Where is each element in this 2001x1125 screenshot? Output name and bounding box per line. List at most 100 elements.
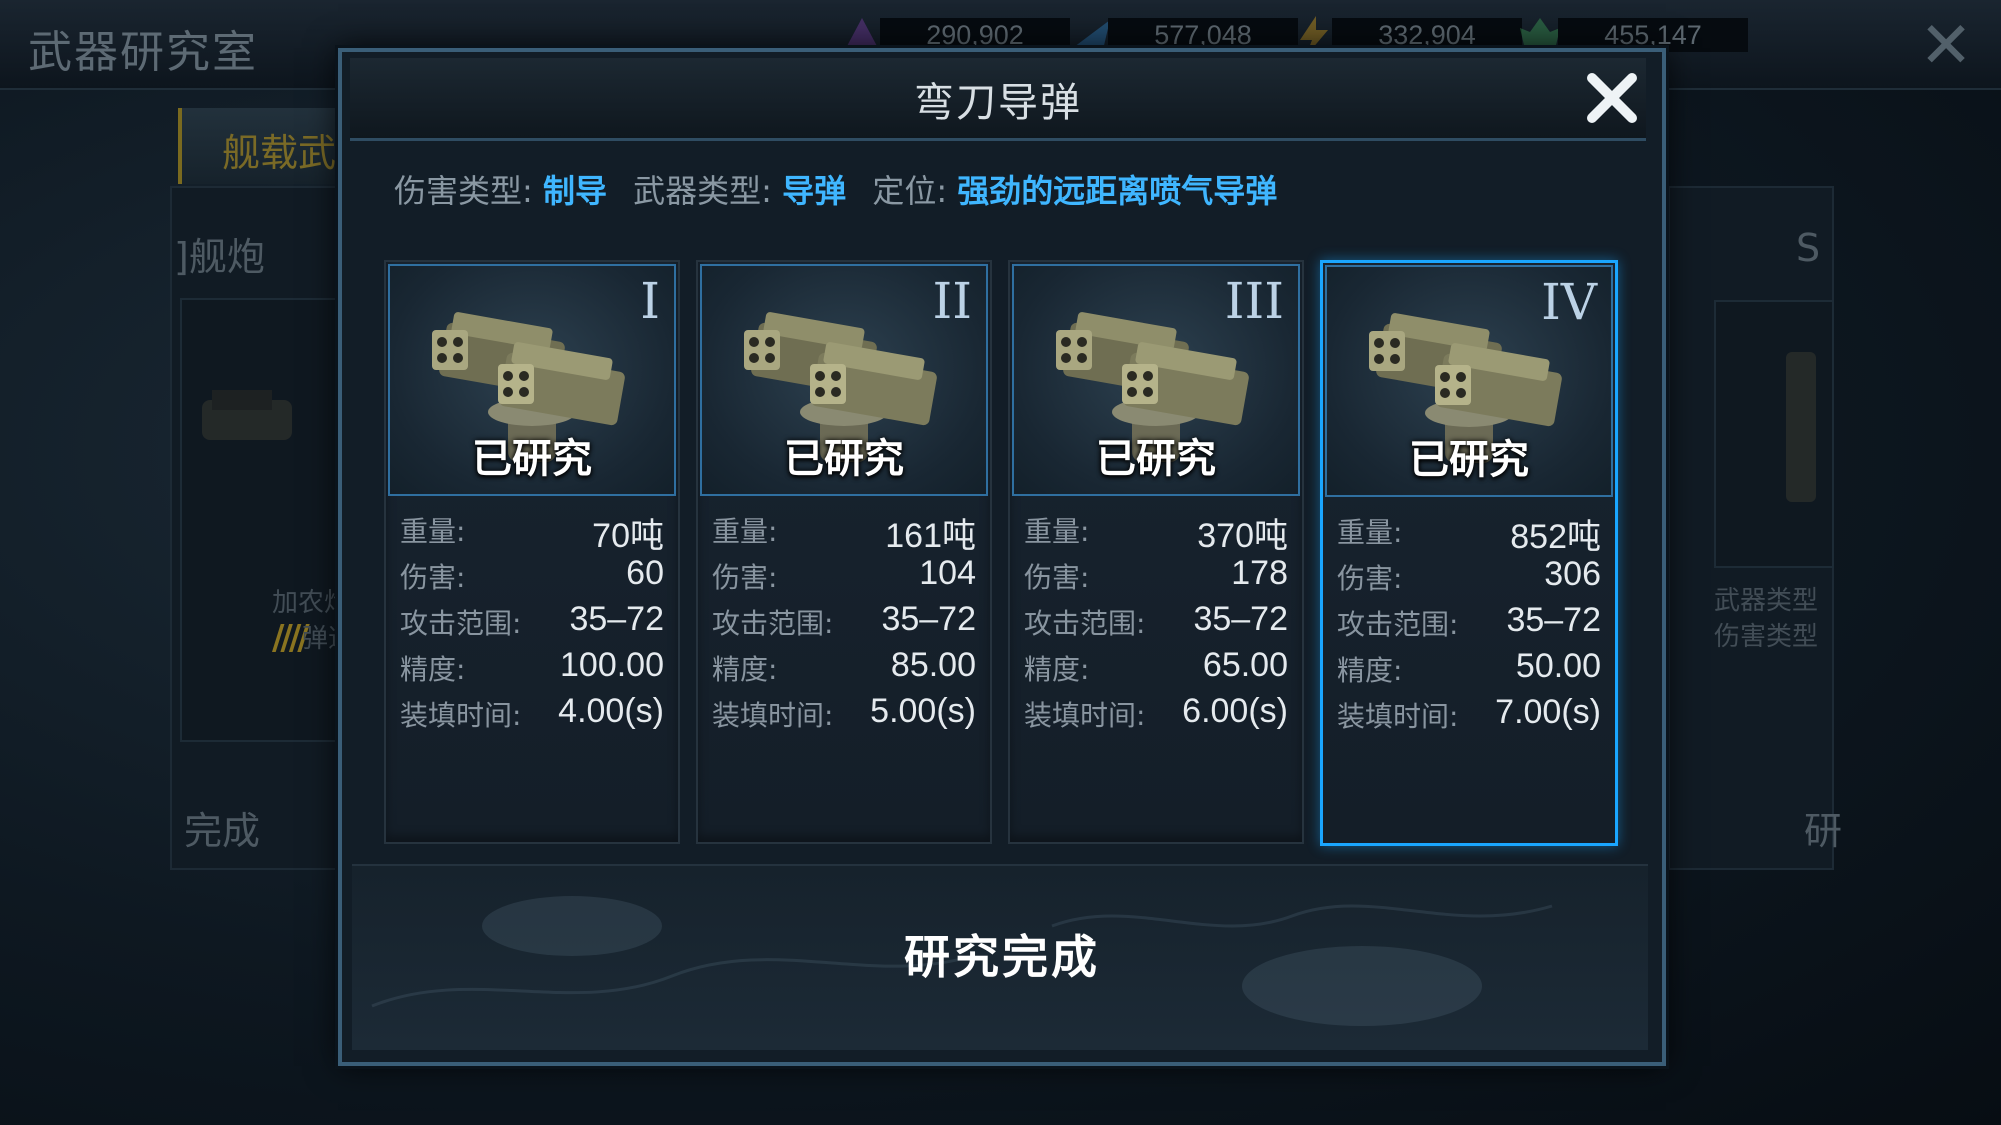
stat-row: 伤害: 306 (1337, 553, 1601, 599)
stat-row: 装填时间: 4.00(s) (400, 690, 664, 736)
stat-label: 精度: (1024, 653, 1090, 686)
stat-value: 104 (919, 554, 976, 592)
research-status: 已研究 (472, 436, 592, 482)
stat-value: 65.00 (1202, 646, 1288, 684)
resource-ore-value: 455,147 (1558, 18, 1748, 52)
weapon-type-value: 导弹 (782, 172, 847, 210)
stat-value: 70吨 (592, 517, 664, 555)
role-label: 定位: (872, 172, 948, 210)
stat-value: 35–72 (1506, 601, 1601, 639)
stat-label: 攻击范围: (1024, 607, 1146, 640)
tab-shipborne[interactable]: 舰载武 (178, 108, 352, 184)
stat-label: 伤害: (1024, 561, 1090, 594)
tier-card-4[interactable]: IV 已研究 重量: 852吨 伤害: 306 攻击范围: 35–72 精度: 50.00 装填… (1320, 260, 1618, 846)
stat-value: 6.00(s) (1182, 692, 1288, 730)
stat-label: 攻击范围: (400, 607, 522, 640)
bg-weapon-panel-left[interactable]: ]舰炮 //// 加农炮 弹道 完成 (170, 186, 364, 870)
research-status: 已研究 (1409, 437, 1529, 483)
stat-value: 100.00 (560, 646, 664, 684)
stat-row: 精度: 85.00 (712, 644, 976, 690)
bg-right-status: 研 (1804, 809, 1843, 853)
stat-row: 攻击范围: 35–72 (400, 598, 664, 644)
stat-label: 重量: (1337, 516, 1403, 549)
tier-card-2[interactable]: II 已研究 重量: 161吨 伤害: 104 攻击范围: 35–72 精度: 85.00 装填… (696, 260, 992, 844)
stat-row: 精度: 100.00 (400, 644, 664, 690)
stat-label: 伤害: (712, 561, 778, 594)
stat-row: 精度: 65.00 (1024, 644, 1288, 690)
stat-label: 装填时间: (400, 699, 522, 732)
bg-right-header: S (1796, 226, 1821, 270)
stat-label: 装填时间: (712, 699, 834, 732)
research-status: 已研究 (784, 436, 904, 482)
weapon-image: III 已研究 (1012, 264, 1300, 496)
stat-value: 178 (1231, 554, 1288, 592)
bg-right-weapon-icon (1786, 352, 1816, 502)
damage-type-label: 伤害类型: (394, 172, 533, 210)
stat-label: 伤害: (1337, 562, 1403, 595)
stat-row: 攻击范围: 35–72 (1024, 598, 1288, 644)
tier-label: IV (1541, 273, 1597, 331)
modal-footer: 研究完成 (352, 864, 1648, 1050)
tier-card-1[interactable]: I 已研究 重量: 70吨伤害: 60 攻击范围: 35–72 精度: 100.00 装填时间… (384, 260, 680, 844)
bg-weapon-icon (202, 390, 292, 440)
stat-label: 装填时间: (1337, 700, 1459, 733)
stat-value: 5.00(s) (870, 692, 976, 730)
stat-value: 4.00(s) (558, 692, 664, 730)
stat-label: 装填时间: (1024, 699, 1146, 732)
stat-label: 重量: (1024, 515, 1090, 548)
stat-value: 306 (1544, 555, 1601, 593)
stat-label: 精度: (712, 653, 778, 686)
stat-row: 重量: 70吨 (400, 506, 664, 555)
stat-row: 装填时间: 7.00(s) (1337, 691, 1601, 737)
stat-value: 35–72 (881, 600, 976, 638)
modal-title: 弯刀导弹 (914, 80, 1082, 126)
bg-right-desc-1: 武器类型 (1714, 586, 1819, 616)
stat-row: 攻击范围: 35–72 (1337, 599, 1601, 645)
resource-fuel-value: 577,048 (1108, 18, 1298, 52)
bg-right-desc-2: 伤害类型 (1714, 622, 1819, 652)
tier-card-3[interactable]: III 已研究 重量: 370吨伤害: 178 攻击范围: 35–72 精度: 65.00 装… (1008, 260, 1304, 844)
stat-label: 精度: (1337, 654, 1403, 687)
tab-shipborne-label: 舰载武 (222, 131, 337, 175)
screen-title: 武器研究室 (28, 27, 258, 78)
hazard-stripes: //// (272, 618, 310, 658)
stats-list: 重量: 852吨 伤害: 306 攻击范围: 35–72 精度: 50.00 装填时间: 7.00… (1337, 507, 1601, 737)
stat-value: 161吨 (885, 517, 976, 555)
close-icon[interactable] (1582, 68, 1642, 128)
stat-row: 精度: 50.00 (1337, 645, 1601, 691)
tier-label: I (640, 272, 660, 330)
weapon-research-modal: 弯刀导弹 伤害类型: 制导 武器类型: 导弹 定位: 强劲的远距离喷气导弹 I … (338, 48, 1666, 1066)
screen-close-icon[interactable]: ✕ (1900, 4, 1992, 88)
weapon-image: IV 已研究 (1325, 265, 1613, 497)
resource-energy-value: 332,904 (1332, 18, 1522, 52)
stat-label: 伤害: (400, 561, 466, 594)
stat-row: 重量: 161吨 (712, 506, 976, 555)
research-status: 已研究 (1096, 436, 1216, 482)
weapon-image: II 已研究 (700, 264, 988, 496)
stat-value: 35–72 (569, 600, 664, 638)
weapon-type-label: 武器类型: (633, 172, 772, 210)
bg-right-image (1714, 300, 1834, 568)
bg-weapon-panel-right[interactable]: S 武器类型 伤害类型 研 (1668, 186, 1842, 870)
role-value: 强劲的远距离喷气导弹 (957, 172, 1278, 210)
stat-value: 370吨 (1197, 517, 1288, 555)
stat-row: 装填时间: 5.00(s) (712, 690, 976, 736)
stat-label: 重量: (712, 515, 778, 548)
stat-row: 重量: 370吨 (1024, 506, 1288, 555)
stat-row: 装填时间: 6.00(s) (1024, 690, 1288, 736)
stat-value: 60 (626, 554, 664, 592)
stat-value: 50.00 (1515, 647, 1601, 685)
stat-value: 35–72 (1193, 600, 1288, 638)
stats-list: 重量: 161吨伤害: 104 攻击范围: 35–72 精度: 85.00 装填时间: 5.00… (712, 506, 976, 736)
stat-label: 重量: (400, 515, 466, 548)
stat-value: 7.00(s) (1495, 693, 1601, 731)
tier-label: III (1224, 272, 1284, 330)
stat-row: 攻击范围: 35–72 (712, 598, 976, 644)
research-complete-button[interactable]: 研究完成 (852, 922, 1152, 992)
stats-list: 重量: 370吨伤害: 178 攻击范围: 35–72 精度: 65.00 装填时间: 6.00… (1024, 506, 1288, 736)
stat-label: 攻击范围: (712, 607, 834, 640)
modal-header: 弯刀导弹 (350, 58, 1646, 141)
weapon-info-bar: 伤害类型: 制导 武器类型: 导弹 定位: 强劲的远距离喷气导弹 (394, 166, 1594, 214)
stat-label: 精度: (400, 653, 466, 686)
bg-left-status: 完成 (184, 809, 261, 853)
